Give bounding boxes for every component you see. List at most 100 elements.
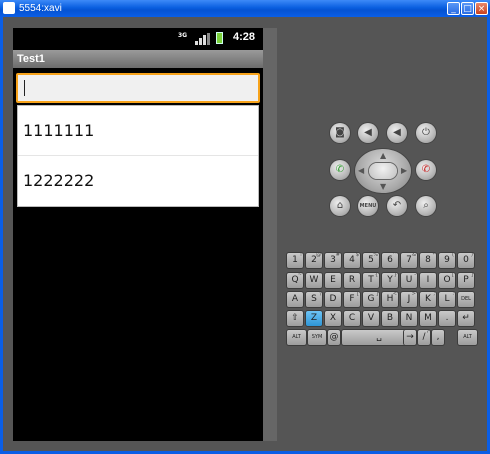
key-sub: ": [318, 272, 321, 278]
key-sub: $: [355, 252, 359, 258]
text-input[interactable]: [18, 75, 258, 101]
key-sub: ]: [471, 272, 473, 278]
key-label: 9: [444, 255, 450, 265]
key-label: O: [443, 275, 451, 285]
key-comma[interactable]: ,: [432, 330, 444, 345]
signal-strength-icon: [195, 33, 210, 45]
dpad-down-icon[interactable]: ▼: [380, 182, 386, 191]
key-u[interactable]: U-: [401, 272, 417, 288]
call-button[interactable]: ✆: [330, 160, 350, 180]
key-0[interactable]: 0): [458, 252, 474, 268]
menu-button[interactable]: MENU: [358, 196, 378, 216]
key-q[interactable]: Q ~: [287, 272, 303, 288]
key-i[interactable]: I: [420, 273, 436, 288]
key-m[interactable]: M: [420, 311, 436, 326]
dpad-left-icon[interactable]: ◀: [358, 166, 364, 175]
key-c[interactable]: C: [344, 311, 360, 326]
camera-button[interactable]: ◙: [330, 123, 350, 143]
key-slash[interactable]: /?: [418, 329, 430, 345]
end-call-button[interactable]: ✆: [416, 160, 436, 180]
key-label: I: [426, 275, 430, 285]
key-sub: ^: [392, 252, 397, 258]
key-at[interactable]: @: [328, 330, 340, 345]
key-enter[interactable]: ↵: [458, 311, 474, 326]
key-x[interactable]: X: [325, 311, 341, 326]
volume-down-button[interactable]: ◀: [358, 123, 378, 143]
key-label: 0: [463, 255, 469, 265]
key-2[interactable]: 2 @: [306, 252, 322, 268]
volume-up-button[interactable]: ◀: [387, 123, 407, 143]
key-7[interactable]: 7 &: [401, 252, 417, 268]
key-label: 1: [292, 255, 298, 265]
key-f[interactable]: F[: [344, 291, 360, 307]
key-alt-left[interactable]: ALT: [287, 330, 306, 345]
status-time: 4:28: [233, 31, 256, 43]
emulator-window: 5554:xavi _ □ × 3G 4:28 Test1 1111111 12…: [0, 0, 490, 454]
key-a[interactable]: A: [287, 292, 303, 307]
home-icon: ⌂: [336, 200, 344, 211]
key-w[interactable]: W ": [306, 272, 322, 288]
key-right-arrow[interactable]: →: [404, 330, 416, 345]
power-button[interactable]: ⏻: [416, 123, 436, 143]
key-d[interactable]: D: [325, 292, 341, 307]
key-p[interactable]: P]: [458, 272, 474, 288]
key-o[interactable]: O[: [439, 272, 455, 288]
minimize-button[interactable]: _: [447, 2, 460, 15]
key-sub: ´: [337, 272, 341, 278]
home-button[interactable]: ⌂: [330, 196, 350, 216]
dpad-right-icon[interactable]: ▶: [401, 166, 407, 175]
frame-edge-left: [0, 17, 3, 454]
dpad-center-button[interactable]: [369, 163, 397, 179]
key-label: G: [367, 294, 375, 304]
key-label: S: [311, 294, 317, 304]
key-6[interactable]: 6 ^: [382, 252, 398, 268]
key-label: X: [329, 313, 337, 323]
network-type-label: 3G: [178, 32, 188, 39]
key-v[interactable]: V: [363, 311, 379, 326]
dpad-up-icon[interactable]: ▲: [380, 151, 386, 160]
back-button[interactable]: ↶: [387, 196, 407, 216]
key-j[interactable]: J >: [401, 291, 417, 307]
key-n[interactable]: N: [401, 311, 417, 326]
key-period[interactable]: .: [439, 311, 455, 326]
key-alt-right[interactable]: ALT: [458, 330, 477, 345]
key-l[interactable]: L:: [439, 291, 455, 307]
key-label: V: [367, 313, 375, 323]
key-g[interactable]: G]: [363, 291, 379, 307]
key-9[interactable]: 9(: [439, 252, 455, 268]
key-del[interactable]: DEL: [458, 292, 474, 307]
dropdown-item[interactable]: 1111111: [18, 106, 258, 156]
shift-icon: ⇧: [291, 313, 299, 323]
key-sub: (: [452, 252, 454, 258]
key-sub: %: [373, 252, 378, 258]
window-titlebar[interactable]: 5554:xavi _ □ ×: [0, 0, 490, 17]
maximize-button[interactable]: □: [461, 2, 474, 15]
key-r[interactable]: R: [344, 273, 360, 288]
key-h[interactable]: H <: [382, 291, 398, 307]
key-8[interactable]: 8 *: [420, 252, 436, 268]
key-b[interactable]: B: [382, 311, 398, 326]
key-4[interactable]: 4 $: [344, 252, 360, 268]
dropdown-item[interactable]: 1222222: [18, 156, 258, 206]
close-button[interactable]: ×: [475, 2, 488, 15]
key-s[interactable]: S \: [306, 291, 322, 307]
key-e[interactable]: E ´: [325, 272, 341, 288]
autocomplete-input[interactable]: [16, 73, 260, 103]
key-sym[interactable]: SYM: [308, 330, 326, 345]
search-button[interactable]: ⌕: [416, 196, 436, 216]
key-3[interactable]: 3 #: [325, 252, 341, 268]
key-z[interactable]: Z: [306, 311, 322, 326]
key-label: Z: [310, 313, 318, 323]
back-icon: ↶: [392, 200, 402, 211]
key-label: T: [368, 275, 374, 285]
hardware-keyboard: 1! 2 @ 3 # 4 $ 5% 6 ^ 7 & 8 * 9( 0) Q ~ W " E ´ R…: [287, 252, 477, 345]
key-k[interactable]: K;: [420, 291, 436, 307]
key-5[interactable]: 5%: [363, 252, 379, 268]
search-icon: ⌕: [423, 200, 429, 211]
dpad[interactable]: ▲ ▼ ◀ ▶: [355, 149, 411, 193]
key-label: 4: [349, 255, 355, 265]
key-1[interactable]: 1!: [287, 252, 303, 268]
key-y[interactable]: Y}: [382, 272, 398, 288]
key-t[interactable]: T{: [363, 272, 379, 288]
key-shift[interactable]: ⇧: [287, 311, 303, 326]
